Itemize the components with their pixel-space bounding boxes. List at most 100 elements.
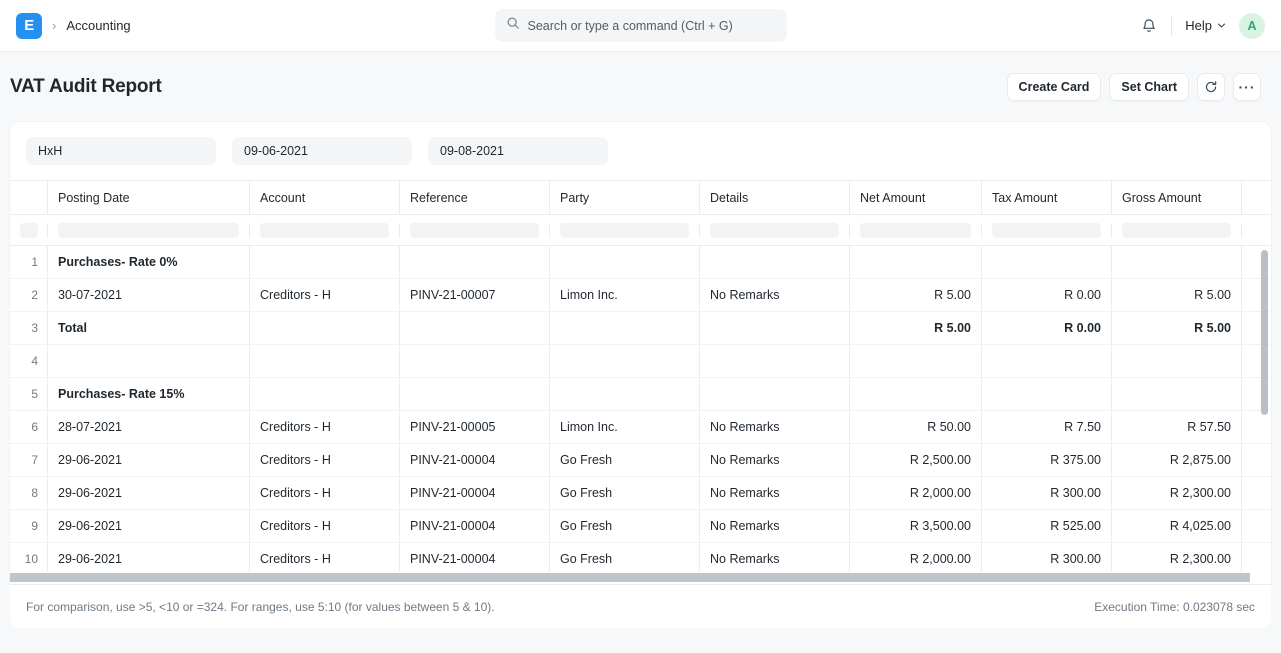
cell-posting-date[interactable]: 28-07-2021: [48, 411, 250, 443]
cell-account[interactable]: [250, 312, 400, 344]
cell-net-amount[interactable]: R 5.00: [850, 312, 982, 344]
cell-details[interactable]: No Remarks: [700, 411, 850, 443]
cell-gross-amount[interactable]: [1112, 378, 1242, 410]
table-row[interactable]: 9 29-06-2021 Creditors - H PINV-21-00004 Go …: [10, 510, 1271, 543]
cell-tax-amount[interactable]: R 7.50: [982, 411, 1112, 443]
column-header-reference[interactable]: Reference: [400, 181, 550, 214]
cell-account[interactable]: [250, 345, 400, 377]
cell-net-amount[interactable]: R 2,000.00: [850, 477, 982, 509]
cell-reference[interactable]: PINV-21-00004: [400, 444, 550, 476]
cell-posting-date[interactable]: Purchases- Rate 15%: [48, 378, 250, 410]
cell-net-amount[interactable]: R 50.00: [850, 411, 982, 443]
vertical-scrollbar[interactable]: [1261, 246, 1268, 583]
cell-details[interactable]: No Remarks: [700, 279, 850, 311]
cell-details[interactable]: [700, 246, 850, 278]
cell-tax-amount[interactable]: [982, 378, 1112, 410]
cell-tax-amount[interactable]: [982, 246, 1112, 278]
cell-account[interactable]: Creditors - H: [250, 279, 400, 311]
cell-posting-date[interactable]: Purchases- Rate 0%: [48, 246, 250, 278]
cell-tax-amount[interactable]: R 300.00: [982, 543, 1112, 575]
cell-posting-date[interactable]: 29-06-2021: [48, 510, 250, 542]
cell-tax-amount[interactable]: [982, 345, 1112, 377]
bell-icon[interactable]: [1140, 17, 1158, 35]
cell-party[interactable]: [550, 246, 700, 278]
app-logo-icon[interactable]: E: [16, 12, 42, 39]
cell-party[interactable]: Limon Inc.: [550, 411, 700, 443]
cell-gross-amount[interactable]: [1112, 345, 1242, 377]
cell-details[interactable]: No Remarks: [700, 510, 850, 542]
horizontal-scrollbar[interactable]: [10, 572, 1271, 583]
cell-tax-amount[interactable]: R 0.00: [982, 312, 1112, 344]
column-filter-details[interactable]: [700, 222, 850, 238]
cell-net-amount[interactable]: R 3,500.00: [850, 510, 982, 542]
cell-reference[interactable]: [400, 246, 550, 278]
column-filter-account[interactable]: [250, 222, 400, 238]
cell-party[interactable]: Go Fresh: [550, 444, 700, 476]
column-filter-reference[interactable]: [400, 222, 550, 238]
column-header-net-amount[interactable]: Net Amount: [850, 181, 982, 214]
column-filter-tax-amount[interactable]: [982, 222, 1112, 238]
cell-account[interactable]: Creditors - H: [250, 510, 400, 542]
cell-gross-amount[interactable]: R 2,300.00: [1112, 543, 1242, 575]
column-header-details[interactable]: Details: [700, 181, 850, 214]
cell-party[interactable]: Go Fresh: [550, 543, 700, 575]
cell-reference[interactable]: PINV-21-00004: [400, 543, 550, 575]
cell-party[interactable]: [550, 345, 700, 377]
cell-details[interactable]: [700, 312, 850, 344]
cell-posting-date[interactable]: 29-06-2021: [48, 543, 250, 575]
more-options-button[interactable]: ···: [1233, 73, 1261, 101]
cell-posting-date[interactable]: [48, 345, 250, 377]
cell-party[interactable]: Limon Inc.: [550, 279, 700, 311]
cell-net-amount[interactable]: [850, 378, 982, 410]
cell-posting-date[interactable]: Total: [48, 312, 250, 344]
cell-account[interactable]: [250, 246, 400, 278]
avatar[interactable]: A: [1239, 12, 1265, 39]
table-row[interactable]: 8 29-06-2021 Creditors - H PINV-21-00004 Go …: [10, 477, 1271, 510]
cell-gross-amount[interactable]: R 4,025.00: [1112, 510, 1242, 542]
table-row[interactable]: 5 Purchases- Rate 15%: [10, 378, 1271, 411]
column-filter-net-amount[interactable]: [850, 222, 982, 238]
cell-gross-amount[interactable]: R 57.50: [1112, 411, 1242, 443]
cell-party[interactable]: [550, 312, 700, 344]
refresh-button[interactable]: [1197, 73, 1225, 101]
column-header-party[interactable]: Party: [550, 181, 700, 214]
cell-account[interactable]: Creditors - H: [250, 411, 400, 443]
cell-party[interactable]: Go Fresh: [550, 510, 700, 542]
cell-account[interactable]: Creditors - H: [250, 543, 400, 575]
table-row[interactable]: 2 30-07-2021 Creditors - H PINV-21-00007 Lim…: [10, 279, 1271, 312]
filter-company[interactable]: HxH: [26, 137, 216, 165]
column-filter-posting-date[interactable]: [48, 222, 250, 238]
cell-reference[interactable]: PINV-21-00007: [400, 279, 550, 311]
cell-posting-date[interactable]: 29-06-2021: [48, 477, 250, 509]
column-filter-gross-amount[interactable]: [1112, 222, 1242, 238]
table-row[interactable]: 1 Purchases- Rate 0%: [10, 246, 1271, 279]
cell-details[interactable]: No Remarks: [700, 444, 850, 476]
column-header-posting-date[interactable]: Posting Date: [48, 181, 250, 214]
table-row[interactable]: 7 29-06-2021 Creditors - H PINV-21-00004 Go …: [10, 444, 1271, 477]
cell-tax-amount[interactable]: R 0.00: [982, 279, 1112, 311]
vertical-scrollbar-thumb[interactable]: [1261, 250, 1268, 415]
cell-reference[interactable]: [400, 312, 550, 344]
cell-details[interactable]: No Remarks: [700, 477, 850, 509]
cell-reference[interactable]: PINV-21-00004: [400, 477, 550, 509]
cell-details[interactable]: [700, 345, 850, 377]
cell-tax-amount[interactable]: R 525.00: [982, 510, 1112, 542]
cell-reference[interactable]: [400, 378, 550, 410]
table-row[interactable]: 4: [10, 345, 1271, 378]
table-row[interactable]: 6 28-07-2021 Creditors - H PINV-21-00005 Lim…: [10, 411, 1271, 444]
help-menu[interactable]: Help: [1185, 18, 1226, 33]
cell-party[interactable]: [550, 378, 700, 410]
cell-gross-amount[interactable]: R 5.00: [1112, 312, 1242, 344]
cell-gross-amount[interactable]: R 5.00: [1112, 279, 1242, 311]
filter-to-date[interactable]: 09-08-2021: [428, 137, 608, 165]
column-header-tax-amount[interactable]: Tax Amount: [982, 181, 1112, 214]
cell-details[interactable]: No Remarks: [700, 543, 850, 575]
set-chart-button[interactable]: Set Chart: [1109, 73, 1189, 101]
column-header-gross-amount[interactable]: Gross Amount: [1112, 181, 1242, 214]
cell-net-amount[interactable]: [850, 246, 982, 278]
cell-tax-amount[interactable]: R 300.00: [982, 477, 1112, 509]
cell-posting-date[interactable]: 30-07-2021: [48, 279, 250, 311]
cell-tax-amount[interactable]: R 375.00: [982, 444, 1112, 476]
cell-net-amount[interactable]: R 5.00: [850, 279, 982, 311]
cell-net-amount[interactable]: R 2,500.00: [850, 444, 982, 476]
